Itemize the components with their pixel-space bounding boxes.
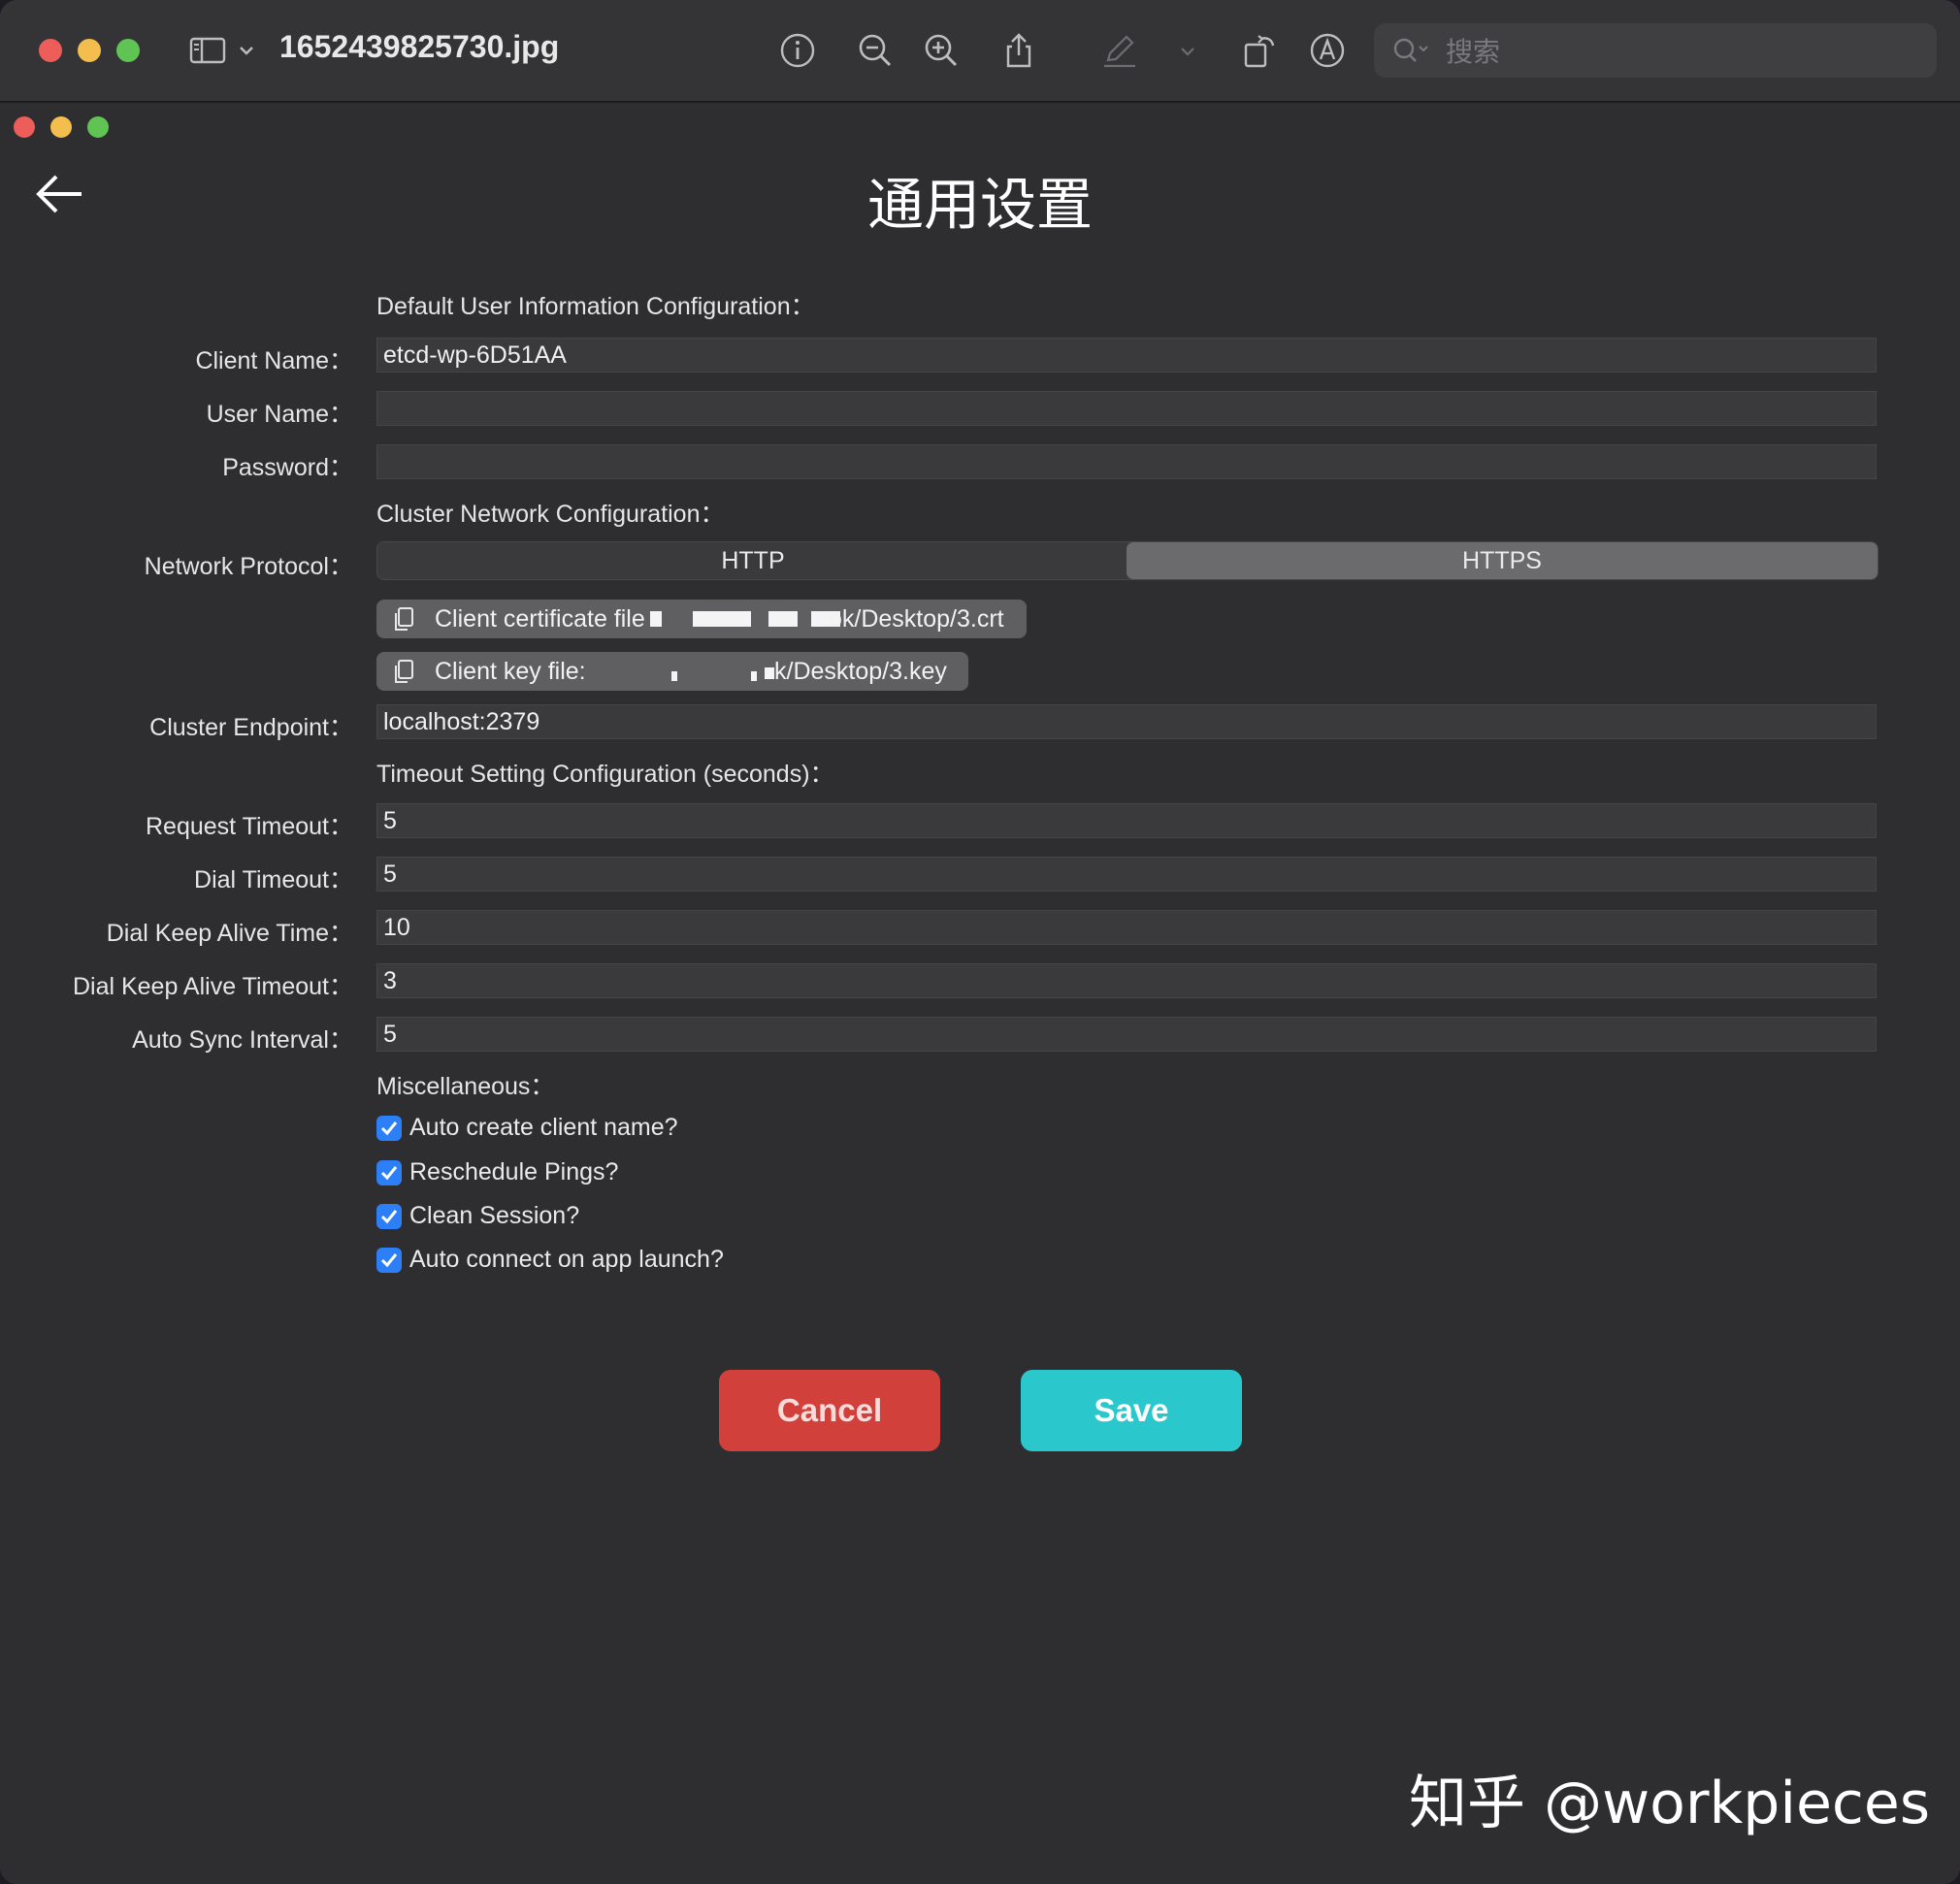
- search-icon: [1391, 35, 1430, 66]
- markup-pen-icon[interactable]: [1100, 31, 1139, 70]
- checkbox-checked-icon[interactable]: [376, 1204, 402, 1229]
- checkbox-label: Reschedule Pings?: [409, 1158, 619, 1186]
- client-name-label: Client Name：: [195, 347, 353, 374]
- sidebar-chevron-down-icon[interactable]: [237, 31, 256, 70]
- annotate-icon[interactable]: [1308, 31, 1347, 70]
- close-window-button[interactable]: [39, 39, 62, 62]
- redaction-mark: [671, 671, 677, 681]
- save-button[interactable]: Save: [1021, 1370, 1242, 1451]
- network-protocol-segmented-control: HTTP HTTPS: [376, 541, 1878, 580]
- zoom-in-icon[interactable]: [922, 31, 961, 70]
- sidebar-toggle-icon[interactable]: [188, 31, 227, 70]
- preview-window: 1652439825730.jpg 搜索 通用设置 Default User I…: [0, 0, 1960, 1884]
- network-protocol-label: Network Protocol：: [144, 553, 353, 580]
- dial-keep-alive-timeout-label: Dial Keep Alive Timeout：: [72, 973, 353, 1000]
- redaction-mark: [650, 611, 662, 627]
- app-zoom-button[interactable]: [87, 116, 109, 138]
- checkbox-checked-icon[interactable]: [376, 1160, 402, 1186]
- document-copy-icon: [390, 658, 417, 685]
- search-box[interactable]: [1374, 23, 1937, 78]
- redaction-mark: [693, 611, 751, 627]
- redaction-mark: [768, 611, 798, 627]
- dial-timeout-input[interactable]: [376, 857, 1877, 892]
- app-minimize-button[interactable]: [50, 116, 72, 138]
- protocol-option-https[interactable]: HTTPS: [1127, 542, 1878, 579]
- rotate-icon[interactable]: [1240, 31, 1279, 70]
- zoom-out-icon[interactable]: [856, 31, 895, 70]
- redaction-mark: [751, 671, 757, 681]
- markup-chevron-down-icon[interactable]: [1176, 31, 1199, 70]
- page-title: 通用设置: [866, 172, 1093, 238]
- protocol-option-http[interactable]: HTTP: [377, 542, 1128, 579]
- watermark: 知乎 @workpieces: [1409, 1770, 1931, 1837]
- client-key-file-path: k/Desktop/3.key: [774, 658, 947, 685]
- info-icon[interactable]: [778, 31, 817, 70]
- dial-keep-alive-timeout-input[interactable]: [376, 963, 1877, 998]
- section-timeout: Timeout Setting Configuration (seconds)：: [376, 761, 834, 788]
- checkbox-label: Clean Session?: [409, 1202, 580, 1229]
- app-close-button[interactable]: [14, 116, 35, 138]
- client-certificate-file-path: ok/Desktop/3.crt: [829, 605, 1004, 633]
- section-network: Cluster Network Configuration：: [376, 501, 725, 528]
- section-user-info: Default User Information Configuration：: [376, 293, 815, 320]
- client-certificate-file-label: Client certificate file: [435, 605, 645, 633]
- dial-keep-alive-time-label: Dial Keep Alive Time：: [106, 920, 353, 947]
- cluster-endpoint-label: Cluster Endpoint：: [149, 714, 353, 741]
- zoom-window-button[interactable]: [116, 39, 140, 62]
- password-input[interactable]: [376, 444, 1877, 479]
- cancel-button[interactable]: Cancel: [719, 1370, 940, 1451]
- dial-keep-alive-time-input[interactable]: [376, 910, 1877, 945]
- document-copy-icon: [390, 605, 417, 633]
- auto-sync-interval-input[interactable]: [376, 1017, 1877, 1052]
- preview-filename: 1652439825730.jpg: [279, 29, 560, 64]
- preview-toolbar: 1652439825730.jpg: [0, 0, 1960, 103]
- client-key-file-label: Client key file:: [435, 658, 586, 685]
- checkbox-checked-icon[interactable]: [376, 1116, 402, 1141]
- section-misc: Miscellaneous：: [376, 1073, 555, 1100]
- general-settings-app: 通用设置 Default User Information Configurat…: [0, 103, 1960, 1884]
- client-certificate-file-button[interactable]: Client certificate file ok/Desktop/3.crt: [376, 600, 1027, 638]
- auto-sync-interval-label: Auto Sync Interval：: [132, 1026, 353, 1054]
- checkbox-label: Auto create client name?: [409, 1114, 678, 1141]
- client-key-file-button[interactable]: Client key file: k/Desktop/3.key: [376, 652, 968, 691]
- client-name-input[interactable]: [376, 338, 1877, 373]
- dial-timeout-label: Dial Timeout：: [194, 866, 353, 893]
- search-input[interactable]: [1444, 31, 1913, 72]
- checkbox-label: Auto connect on app launch?: [409, 1246, 724, 1273]
- share-icon[interactable]: [999, 31, 1038, 70]
- checkbox-checked-icon[interactable]: [376, 1248, 402, 1273]
- minimize-window-button[interactable]: [78, 39, 101, 62]
- user-name-input[interactable]: [376, 391, 1877, 426]
- request-timeout-input[interactable]: [376, 803, 1877, 838]
- password-label: Password：: [222, 454, 353, 481]
- redaction-mark: [765, 667, 774, 679]
- user-name-label: User Name：: [206, 401, 353, 428]
- cluster-endpoint-input[interactable]: [376, 704, 1877, 739]
- request-timeout-label: Request Timeout：: [146, 813, 353, 840]
